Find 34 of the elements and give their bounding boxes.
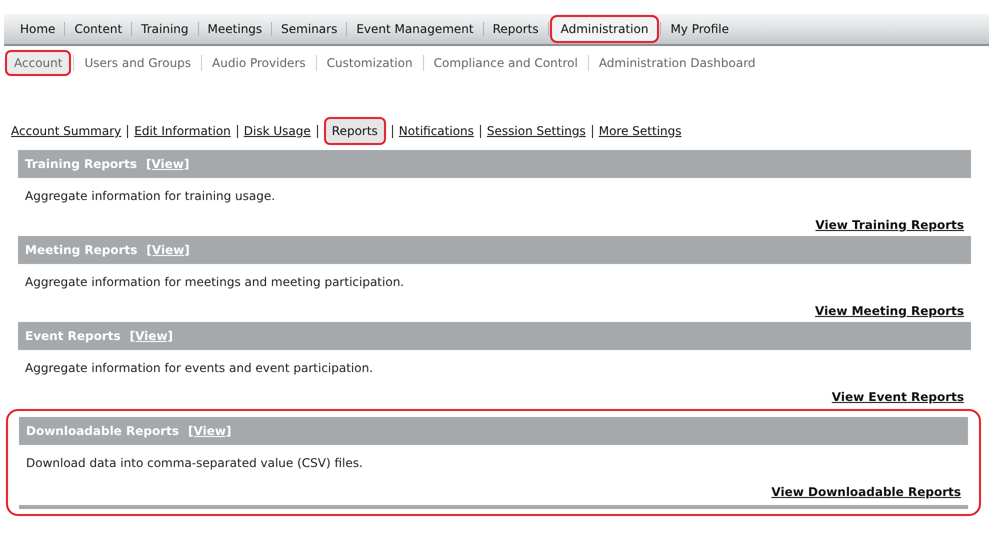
account-link[interactable]: Notifications bbox=[398, 122, 474, 140]
section-title: Downloadable Reports bbox=[26, 423, 180, 440]
sub-nav-tab[interactable]: Account bbox=[5, 50, 72, 76]
account-link[interactable]: Disk Usage bbox=[244, 122, 311, 140]
view-reports-link[interactable]: View Downloadable Reports bbox=[771, 483, 961, 503]
view-reports-link[interactable]: View Event Reports bbox=[832, 388, 964, 408]
sub-nav-tab[interactable]: Users and Groups bbox=[76, 50, 200, 76]
section-title: Training Reports bbox=[25, 156, 137, 173]
nav-tab[interactable]: Event Management bbox=[348, 15, 482, 43]
sub-nav-tab[interactable]: Audio Providers bbox=[204, 50, 314, 76]
sub-nav-tab[interactable]: Administration Dashboard bbox=[590, 50, 764, 76]
sub-nav-tab[interactable]: Compliance and Control bbox=[426, 50, 586, 76]
section-description: Aggregate information for events and event participation. bbox=[24, 360, 374, 377]
account-link[interactable]: More Settings bbox=[598, 122, 682, 140]
nav-tab[interactable]: Administration bbox=[550, 15, 660, 43]
account-link[interactable]: Session Settings bbox=[486, 122, 586, 140]
sub-nav-tab[interactable]: Customization bbox=[318, 50, 421, 76]
nav-tab[interactable]: Content bbox=[66, 15, 130, 43]
section-description: Download data into comma-separated value (CSV) files. bbox=[25, 455, 364, 472]
section-title: Meeting Reports bbox=[25, 242, 138, 259]
view-reports-link[interactable]: View Meeting Reports bbox=[815, 302, 964, 322]
nav-tab[interactable]: Meetings bbox=[200, 15, 270, 43]
account-link[interactable]: Account Summary bbox=[11, 122, 122, 140]
nav-tab[interactable]: Seminars bbox=[273, 15, 346, 43]
section-title: Event Reports bbox=[25, 328, 121, 345]
nav-tab[interactable]: Training bbox=[133, 15, 197, 43]
view-reports-link[interactable]: View Training Reports bbox=[815, 216, 964, 236]
account-link[interactable]: Edit Information bbox=[134, 122, 231, 140]
section-description: Aggregate information for meetings and meeting participation. bbox=[24, 274, 406, 291]
account-link[interactable]: Reports bbox=[324, 117, 386, 145]
nav-tab[interactable]: Home bbox=[12, 15, 64, 43]
section-description: Aggregate information for training usage. bbox=[24, 188, 276, 205]
nav-tab[interactable]: My Profile bbox=[662, 15, 738, 43]
nav-tab[interactable]: Reports bbox=[484, 15, 547, 43]
